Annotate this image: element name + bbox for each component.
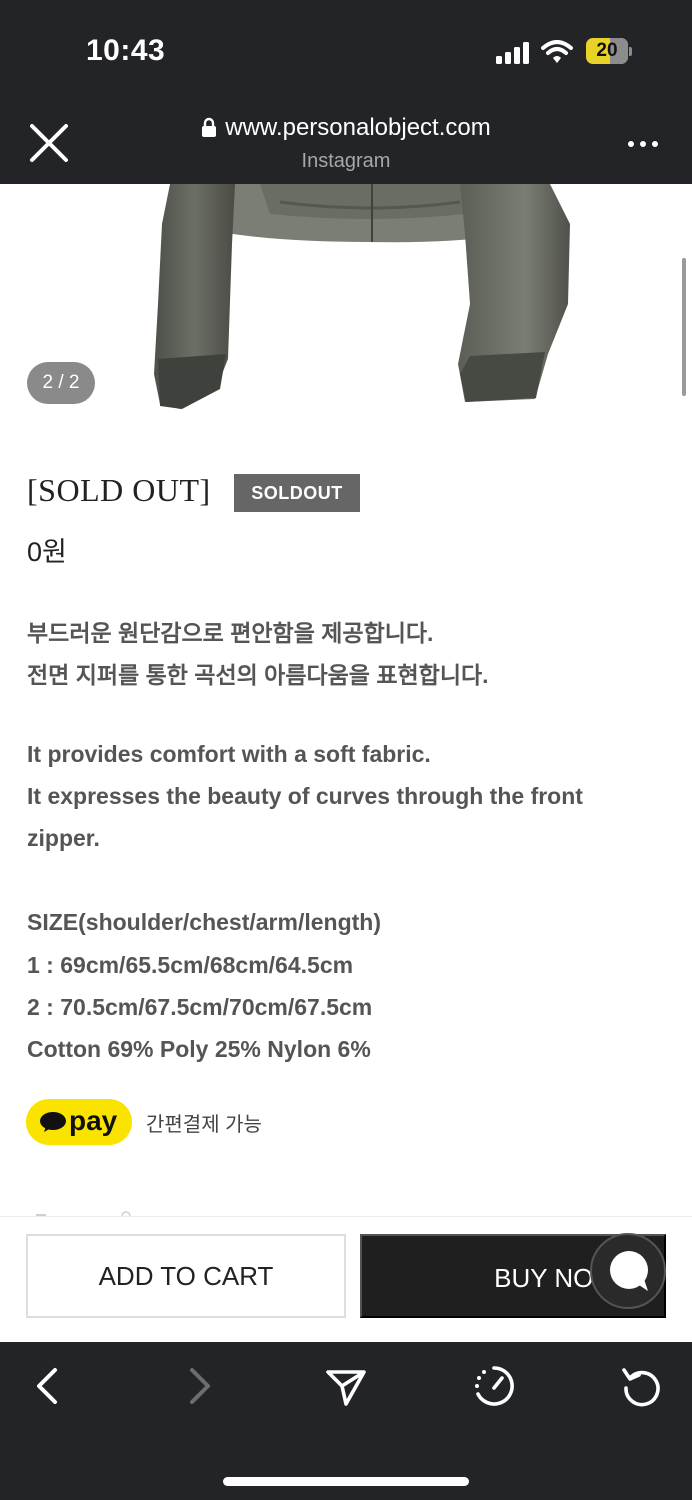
wifi-icon [541, 40, 573, 63]
share-icon[interactable] [324, 1364, 368, 1408]
purchase-action-bar: ADD TO CART BUY NOW [0, 1216, 692, 1342]
size-row: 2 : 70.5cm/67.5cm/70cm/67.5cm [27, 994, 373, 1020]
status-bar: 10:43 20 [0, 0, 692, 100]
description-line: 부드러운 원단감으로 편안함을 제공합니다. [27, 620, 434, 646]
scrollbar[interactable] [682, 258, 686, 396]
back-icon[interactable] [27, 1364, 71, 1408]
pay-logo-text: pay [69, 1105, 118, 1136]
browser-header: www.personalobject.com Instagram [0, 100, 692, 184]
kakao-pay-badge[interactable]: pay [26, 1099, 132, 1145]
cellular-signal-icon [496, 42, 529, 64]
description-line: 전면 지퍼를 통한 곡선의 아름다움을 표현합니다. [27, 662, 489, 688]
chat-button[interactable] [590, 1233, 666, 1309]
lock-icon [202, 117, 217, 137]
product-price: 0원 [27, 537, 67, 567]
url-text: www.personalobject.com [225, 114, 491, 141]
size-row: 1 : 69cm/65.5cm/68cm/64.5cm [27, 952, 354, 978]
status-time: 10:43 [86, 34, 166, 67]
battery-level: 20 [596, 40, 618, 61]
chat-icon [610, 1251, 648, 1291]
easy-pay-note: 간편결제 가능 [146, 1114, 262, 1136]
description-line: It provides comfort with a soft fabric. [27, 741, 431, 767]
size-heading: SIZE(shoulder/chest/arm/length) [27, 909, 381, 935]
jacket-photo [154, 184, 570, 409]
more-icon[interactable] [627, 140, 659, 148]
add-to-cart-button[interactable]: ADD TO CART [26, 1234, 346, 1318]
home-indicator[interactable] [223, 1477, 469, 1486]
product-title: [SOLD OUT] [27, 472, 211, 508]
description-line: It expresses the beauty of curves throug… [27, 783, 583, 809]
speech-bubble-icon [40, 1112, 66, 1132]
browser-subtitle: Instagram [301, 150, 391, 172]
battery-icon: 20 [586, 38, 632, 64]
reload-icon[interactable] [620, 1364, 664, 1408]
speed-icon[interactable] [472, 1364, 516, 1408]
url-bar[interactable]: www.personalobject.com [0, 114, 692, 142]
description-line: zipper. [27, 825, 100, 851]
image-counter: 2 / 2 [27, 362, 95, 404]
soldout-badge: SOLDOUT [234, 474, 360, 512]
forward-icon[interactable] [176, 1364, 220, 1408]
product-image[interactable] [0, 184, 692, 424]
material-info: Cotton 69% Poly 25% Nylon 6% [27, 1036, 371, 1062]
